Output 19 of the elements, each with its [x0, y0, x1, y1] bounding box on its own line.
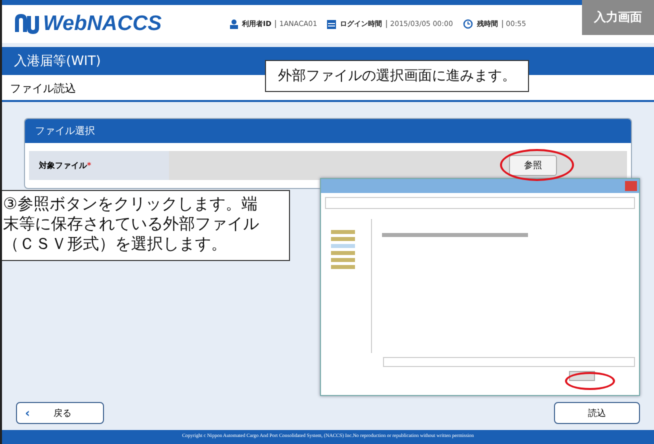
callout-text: 外部ファイルの選択画面に進みます。: [265, 60, 529, 92]
logo-icon: [14, 14, 40, 34]
close-icon[interactable]: [625, 181, 637, 191]
file-field[interactable]: 参照: [169, 151, 627, 180]
clock-icon: [462, 19, 473, 29]
back-button[interactable]: ‹ 戻る: [16, 402, 104, 424]
logo-text: WebNACCS: [43, 12, 162, 36]
screen-badge: 入力画面: [582, 0, 654, 35]
panel-title: ファイル選択: [35, 126, 95, 137]
highlight-ellipse: [565, 372, 615, 390]
filename-field[interactable]: [383, 357, 635, 367]
person-icon: [230, 19, 238, 29]
screen-title: 入港届等(WIT): [14, 53, 101, 70]
field-label: 対象ファイル*: [29, 151, 169, 180]
browse-button[interactable]: 参照: [509, 155, 557, 176]
callout-text: ③参照ボタンをクリックします。端末等に保存されている外部ファイル（ＣＳＶ形式）を選択します。: [2, 190, 290, 261]
load-button[interactable]: 読込: [554, 402, 640, 424]
calendar-icon: [327, 19, 336, 29]
file-row[interactable]: [382, 233, 528, 237]
